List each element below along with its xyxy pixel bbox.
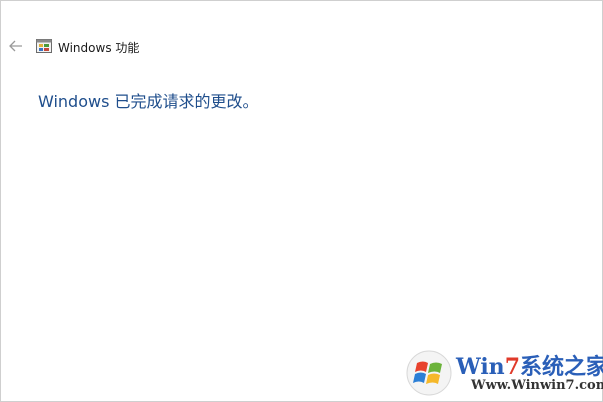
brand-win: Win <box>456 354 505 380</box>
brand-seven: 7 <box>504 354 520 380</box>
watermark-url: Www.Winwin7.com <box>471 378 603 393</box>
arrow-left-icon <box>9 40 22 52</box>
watermark-brand: Win7系统之家 <box>456 349 603 381</box>
windows-features-icon <box>36 39 52 53</box>
dialog-window: Windows 功能 Windows 已完成请求的更改。 Win7系统之家 Ww… <box>0 0 603 402</box>
brand-rest: 系统之家 <box>520 354 603 380</box>
status-message: Windows 已完成请求的更改。 <box>38 92 259 111</box>
watermark: Win7系统之家 Www.Winwin7.com <box>401 345 603 401</box>
back-button[interactable] <box>7 37 25 55</box>
title-bar: Windows 功能 <box>1 31 602 63</box>
window-title: Windows 功能 <box>58 41 140 55</box>
windows-logo-icon <box>406 350 452 396</box>
